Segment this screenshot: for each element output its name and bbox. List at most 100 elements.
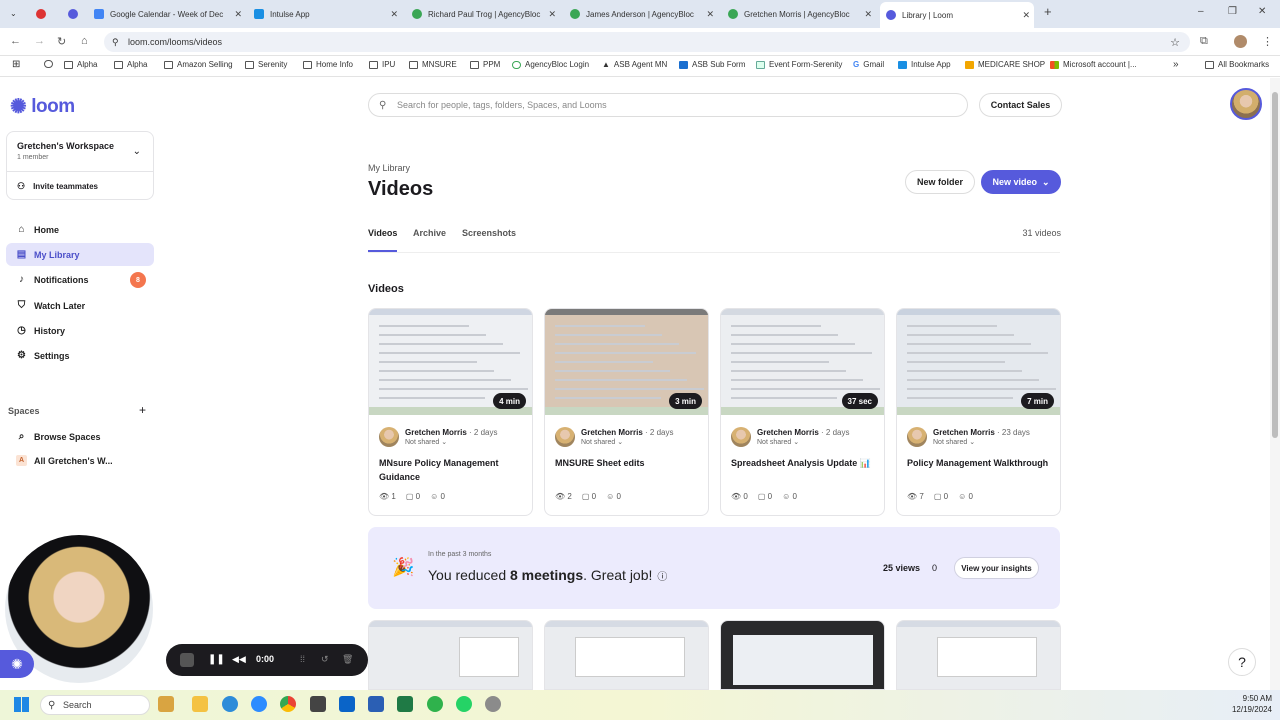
more-bookmarks-icon[interactable]: »	[1173, 59, 1179, 70]
video-card[interactable]: 4 min Gretchen Morris · 2 days Not share…	[368, 308, 533, 516]
new-folder-button[interactable]: New folder	[905, 170, 975, 194]
sidebar-item-all-workspace[interactable]: A All Gretchen's W...	[6, 449, 154, 472]
bookmark[interactable]: MNSURE	[409, 60, 457, 69]
close-icon[interactable]: ✕	[234, 9, 242, 20]
phone-icon[interactable]	[427, 696, 443, 712]
video-thumbnail[interactable]: 3 min	[545, 309, 708, 415]
whatsapp-icon[interactable]	[456, 696, 472, 712]
tab-videos[interactable]: Videos	[368, 228, 397, 238]
minimize-button[interactable]: –	[1198, 6, 1204, 17]
loom-logo[interactable]: ✺ loom	[10, 94, 75, 119]
back-icon[interactable]: ←	[10, 35, 21, 47]
sidebar-item-my-library[interactable]: ▤ My Library	[6, 243, 154, 266]
bookmark[interactable]: Alpha	[114, 60, 147, 69]
settings-app-icon[interactable]	[485, 696, 501, 712]
close-icon[interactable]: ✕	[706, 9, 714, 20]
home-icon[interactable]: ⌂	[81, 35, 88, 47]
apps-icon[interactable]: ⊞	[12, 59, 20, 70]
tab-agencybloc-anderson[interactable]: James Anderson | AgencyBloc ✕	[564, 4, 718, 24]
contact-sales-button[interactable]: Contact Sales	[979, 93, 1062, 117]
share-status[interactable]: Not shared ⌄	[581, 438, 623, 446]
bookmark[interactable]: Microsoft account |...	[1050, 60, 1137, 69]
window-close-button[interactable]: ✕	[1258, 6, 1266, 17]
maximize-button[interactable]: ❐	[1228, 6, 1237, 17]
bookmark[interactable]: IPU	[369, 60, 395, 69]
tab-intulse[interactable]: Intulse App ✕	[248, 4, 402, 24]
forward-icon[interactable]: →	[34, 35, 45, 47]
video-card[interactable]: 37 sec Gretchen Morris · 2 days Not shar…	[720, 308, 885, 516]
tab-archive[interactable]: Archive	[413, 228, 446, 238]
sidebar-item-notifications[interactable]: ♪ Notifications 8	[6, 268, 154, 291]
video-card[interactable]: 7 min Gretchen Morris · 23 days Not shar…	[896, 308, 1061, 516]
video-title[interactable]: MNsure Policy Management Guidance	[379, 456, 527, 484]
new-tab-button[interactable]: +	[1044, 4, 1052, 19]
taskbar-clock[interactable]: 9:50 AM 12/19/2024	[1232, 693, 1272, 715]
scrollbar-thumb[interactable]	[1272, 92, 1278, 438]
close-icon[interactable]: ✕	[390, 9, 398, 20]
sidebar-item-watch-later[interactable]: ⛉ Watch Later	[6, 294, 154, 317]
video-thumbnail[interactable]: 7 min	[897, 309, 1060, 415]
video-thumbnail[interactable]: 4 min	[369, 309, 532, 415]
add-space-icon[interactable]: +	[139, 403, 146, 417]
chrome-icon[interactable]	[280, 696, 296, 712]
workspace-switcher[interactable]: Gretchen's Workspace 1 member ⌄ ⚇ Invite …	[6, 131, 154, 200]
bookmark[interactable]: ASB Sub Form	[679, 60, 745, 69]
bookmark[interactable]: Amazon Selling	[164, 60, 233, 69]
tab-agencybloc-trog[interactable]: Richard Paul Trog | AgencyBloc ✕	[406, 4, 560, 24]
bookmark[interactable]: G Gmail	[853, 60, 884, 69]
tab-loom[interactable]	[62, 4, 82, 24]
help-button[interactable]: ?	[1228, 648, 1256, 676]
tab-agencybloc-morris[interactable]: Gretchen Morris | AgencyBloc ✕	[722, 4, 876, 24]
rewind-icon[interactable]: ◀◀	[232, 654, 246, 665]
bookmark[interactable]: Event Form-Serenity	[756, 60, 842, 69]
tab-loom-library[interactable]: Library | Loom ✕	[880, 2, 1034, 28]
video-card[interactable]	[544, 620, 709, 690]
outlook-icon[interactable]	[339, 696, 355, 712]
photos-icon[interactable]	[310, 696, 326, 712]
page-scrollbar[interactable]	[1270, 78, 1280, 690]
video-title[interactable]: Spreadsheet Analysis Update 📊	[731, 456, 879, 470]
bookmark[interactable]: Intulse App	[898, 60, 951, 69]
breadcrumb[interactable]: My Library	[368, 163, 410, 173]
info-icon[interactable]: ⓘ	[657, 572, 667, 583]
url-field[interactable]: ⚲ loom.com/looms/videos ☆	[104, 32, 1190, 52]
bookmark[interactable]: Alpha	[64, 60, 97, 69]
user-avatar[interactable]	[1230, 88, 1262, 120]
zoom-icon[interactable]	[251, 696, 267, 712]
bookmark[interactable]: Home Info	[303, 60, 353, 69]
tab-google-calendar[interactable]: Google Calendar - Week of Dec ✕	[88, 4, 246, 24]
video-card[interactable]	[720, 620, 885, 690]
menu-icon[interactable]: ⋮	[1262, 35, 1273, 48]
stop-button[interactable]	[180, 653, 194, 667]
drag-handle-icon[interactable]: ⁞⁞	[300, 654, 305, 664]
bookmark[interactable]: Serenity	[245, 60, 287, 69]
bookmark[interactable]: AgencyBloc Login	[512, 60, 589, 69]
site-info-icon[interactable]: ⚲	[112, 37, 119, 48]
new-video-button[interactable]: New video ⌄	[981, 170, 1061, 194]
sidebar-item-history[interactable]: ◷ History	[6, 319, 154, 342]
excel-icon[interactable]	[397, 696, 413, 712]
restart-icon[interactable]: ↺	[321, 654, 329, 665]
taskbar-search[interactable]: ⚲ Search	[40, 695, 150, 715]
word-icon[interactable]	[368, 696, 384, 712]
close-icon[interactable]: ✕	[864, 9, 872, 20]
share-status[interactable]: Not shared ⌄	[757, 438, 799, 446]
windows-start-icon[interactable]	[14, 697, 29, 712]
tab-record[interactable]	[30, 4, 50, 24]
bookmark[interactable]: PPM	[470, 60, 500, 69]
trash-icon[interactable]: 🗑	[342, 654, 353, 665]
share-status[interactable]: Not shared ⌄	[933, 438, 975, 446]
video-card[interactable]	[368, 620, 533, 690]
sidebar-item-settings[interactable]: ⚙ Settings	[6, 344, 154, 367]
widget-icon[interactable]	[158, 696, 174, 712]
search-input[interactable]: ⚲ Search for people, tags, folders, Spac…	[368, 93, 968, 117]
pause-icon[interactable]: ❚❚	[208, 654, 225, 665]
video-thumbnail[interactable]: 37 sec	[721, 309, 884, 415]
sidebar-item-home[interactable]: ⌂ Home	[6, 218, 154, 241]
file-explorer-icon[interactable]	[192, 696, 208, 712]
video-card[interactable]: 3 min Gretchen Morris · 2 days Not share…	[544, 308, 709, 516]
video-card[interactable]	[896, 620, 1061, 690]
profile-avatar[interactable]	[1234, 35, 1247, 48]
loom-record-button[interactable]: ✺	[0, 650, 34, 678]
video-title[interactable]: MNSURE Sheet edits	[555, 456, 703, 470]
